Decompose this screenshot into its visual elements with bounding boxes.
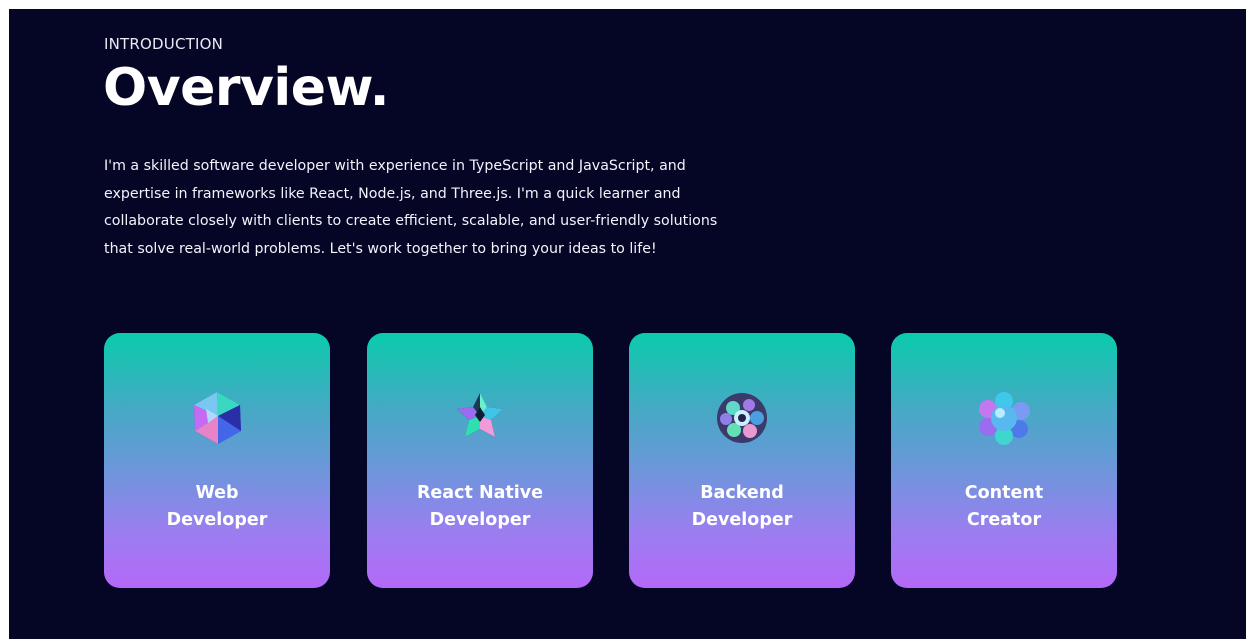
card-label: React Native Developer — [416, 483, 544, 530]
intro-paragraph: I'm a skilled software developer with ex… — [104, 153, 804, 263]
backend-developer-icon — [713, 389, 771, 447]
card-label: Content Creator — [964, 483, 1044, 530]
react-native-developer-icon — [451, 389, 509, 447]
section-eyebrow: INTRODUCTION — [104, 35, 224, 53]
intro-line: collaborate closely with clients to crea… — [104, 213, 718, 229]
card-label: Backend Developer — [691, 483, 793, 530]
service-card-react-native-developer[interactable]: React Native Developer — [367, 333, 593, 588]
web-developer-icon — [188, 389, 246, 447]
service-card-web-developer[interactable]: Web Developer — [104, 333, 330, 588]
service-card-backend-developer[interactable]: Backend Developer — [629, 333, 855, 588]
section-title: Overview. — [103, 58, 389, 118]
card-label: Web Developer — [166, 483, 268, 530]
service-card-content-creator[interactable]: Content Creator — [891, 333, 1117, 588]
intro-line: I'm a skilled software developer with ex… — [104, 158, 686, 174]
content-creator-icon — [975, 389, 1033, 447]
intro-line: that solve real-world problems. Let's wo… — [104, 240, 657, 257]
intro-line: expertise in frameworks like React, Node… — [104, 185, 681, 202]
overview-section: INTRODUCTION Overview. I'm a skilled sof… — [9, 9, 1246, 639]
